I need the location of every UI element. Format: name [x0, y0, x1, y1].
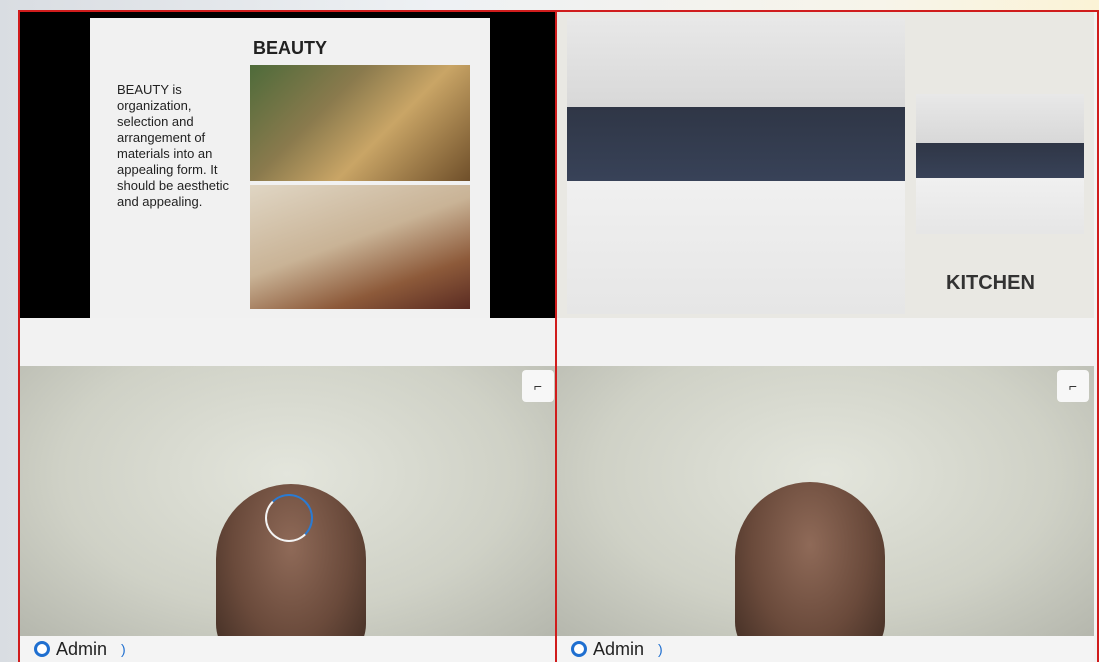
participant-video: [735, 482, 885, 636]
participant-name-bar: Admin ): [557, 636, 1094, 662]
interior-photo-top: [250, 65, 470, 181]
expand-icon[interactable]: ⌐: [1057, 370, 1089, 402]
expand-icon[interactable]: ⌐: [522, 370, 554, 402]
video-tile-left[interactable]: ⌐: [20, 366, 555, 636]
audio-level-icon: ): [658, 641, 663, 657]
participant-name-bar: Admin ): [20, 636, 555, 662]
shared-screen-beauty: BEAUTY BEAUTY is organization, selection…: [20, 12, 555, 318]
participant-name: Admin: [56, 638, 108, 659]
slide-body-text: BEAUTY is organization, selection and ar…: [117, 82, 230, 209]
video-tile-right[interactable]: ⌐: [557, 366, 1094, 636]
audio-level-icon: ): [121, 641, 126, 657]
slide-content: BEAUTY BEAUTY is organization, selection…: [90, 18, 490, 318]
kitchen-photo-small: [916, 94, 1084, 234]
presence-icon: [34, 641, 50, 657]
loading-spinner-icon: [265, 494, 313, 542]
slide-title: BEAUTY: [253, 38, 328, 58]
kitchen-photo-main: [567, 18, 905, 314]
shared-screen-kitchen: KITCHEN: [557, 12, 1094, 318]
interior-photo-bottom: [250, 185, 470, 309]
participant-name: Admin: [593, 638, 645, 659]
kitchen-label: KITCHEN: [946, 272, 1035, 294]
presence-icon: [571, 641, 587, 657]
tile-divider: [555, 10, 557, 662]
